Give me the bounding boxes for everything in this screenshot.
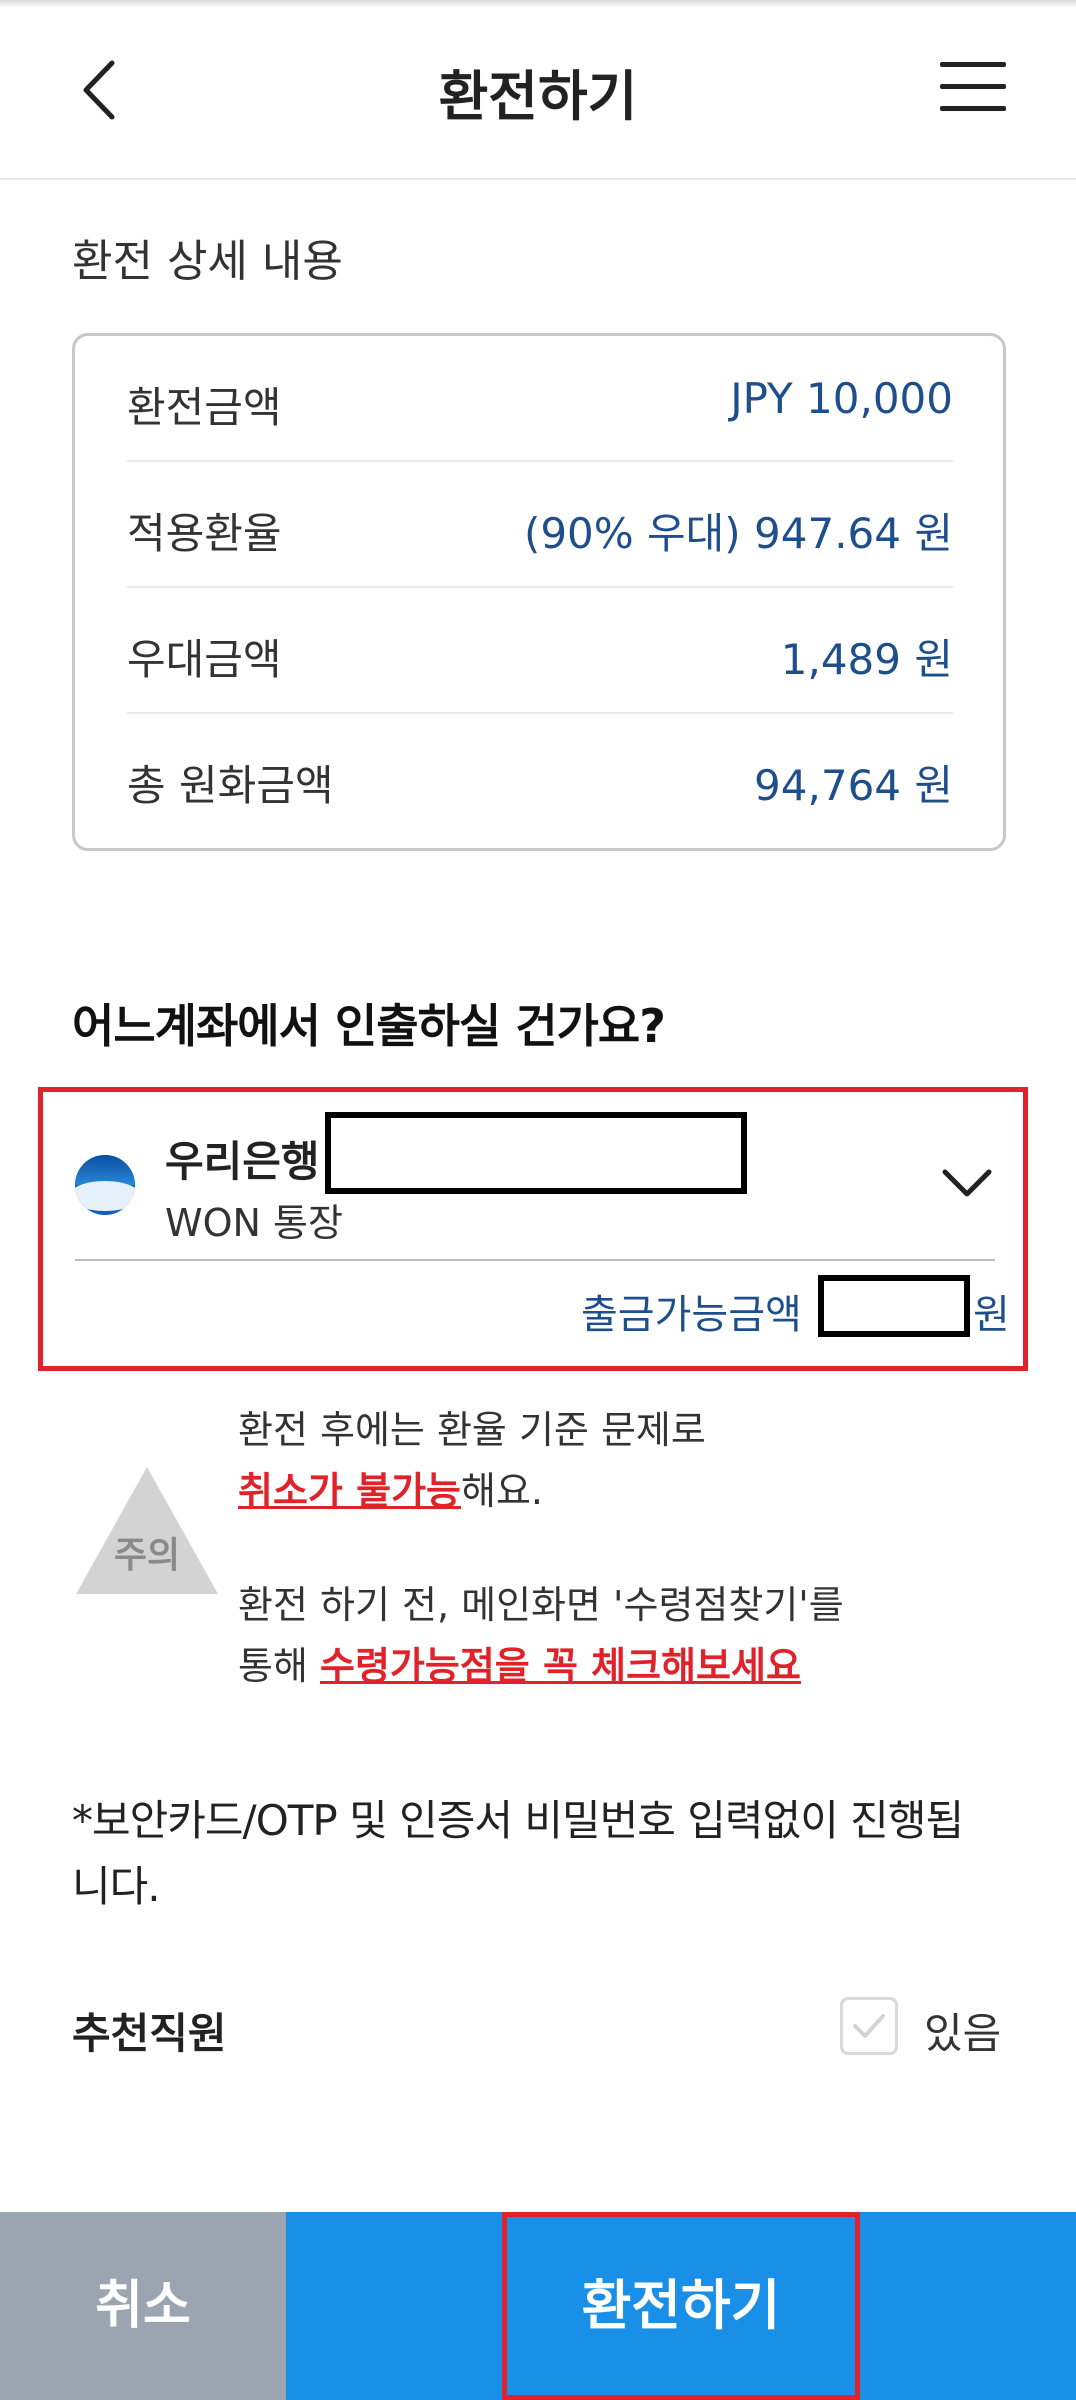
detail-row-amount: 환전금액 JPY 10,000	[127, 336, 953, 462]
warning-line-2: 취소가 불가능해요.	[238, 1469, 543, 1513]
page-title: 환전하기	[438, 65, 638, 128]
account-type: WON 통장	[165, 1201, 343, 1245]
recommend-staff-label: 추천직원	[72, 2009, 227, 2058]
detail-value: JPY 10,000	[730, 374, 953, 423]
warning-badge-text: 주의	[114, 1535, 180, 1576]
available-amount-unit: 원	[973, 1292, 1010, 1338]
menu-button[interactable]	[940, 62, 1008, 118]
warning-highlight: 취소가 불가능	[238, 1469, 461, 1513]
exchange-details-box: 환전금액 JPY 10,000 적용환율 (90% 우대) 947.64 원 우…	[72, 333, 1006, 851]
detail-label: 적용환율	[127, 509, 282, 558]
cancel-button[interactable]: 취소	[0, 2212, 286, 2400]
redacted-available-amount	[818, 1275, 970, 1337]
chevron-down-icon[interactable]	[939, 1164, 995, 1204]
bank-name: 우리은행	[165, 1137, 320, 1186]
hamburger-menu-icon	[940, 62, 1006, 67]
detail-label: 총 원화금액	[127, 761, 334, 810]
recommend-staff-checkbox-label[interactable]: 있음	[924, 2000, 1001, 2061]
security-notice: *보안카드/OTP 및 인증서 비밀번호 입력없이 진행됩니다.	[72, 1796, 964, 1911]
detail-row-discount: 우대금액 1,489 원	[127, 588, 953, 714]
footer-actions: 취소 환전하기	[0, 2212, 1076, 2400]
detail-value: 1,489 원	[780, 635, 953, 684]
exchange-button-area[interactable]: 환전하기	[286, 2212, 1076, 2400]
divider	[75, 1259, 995, 1261]
exchange-button[interactable]: 환전하기	[502, 2212, 860, 2400]
detail-value: (90% 우대) 947.64 원	[523, 509, 953, 558]
app-header: 환전하기	[0, 0, 1076, 180]
warning-line-4: 통해 수령가능점을 꼭 체크해보세요	[238, 1644, 801, 1688]
warning-highlight: 수령가능점을 꼭 체크해보세요	[320, 1644, 801, 1688]
warning-line-1: 환전 후에는 환율 기준 문제로	[238, 1408, 706, 1452]
detail-row-total: 총 원화금액 94,764 원	[127, 714, 953, 840]
bank-logo-icon	[75, 1155, 135, 1215]
detail-label: 우대금액	[127, 635, 282, 684]
status-shadow	[0, 0, 1076, 8]
detail-label: 환전금액	[127, 383, 282, 432]
withdraw-account-question: 어느계좌에서 인출하실 건가요?	[72, 999, 666, 1053]
warning-triangle-icon: 주의	[72, 1463, 222, 1598]
account-selector[interactable]: 우리은행 WON 통장 출금가능금액 원	[38, 1087, 1028, 1371]
check-icon	[853, 2014, 885, 2038]
warning-line-3: 환전 하기 전, 메인화면 '수령점찾기'를	[238, 1583, 844, 1627]
details-section-title: 환전 상세 내용	[72, 236, 343, 287]
available-amount-label: 출금가능금액	[581, 1292, 802, 1338]
recommend-staff-checkbox[interactable]	[840, 1997, 898, 2055]
redacted-account-number	[325, 1112, 747, 1194]
detail-value: 94,764 원	[754, 761, 953, 810]
detail-row-rate: 적용환율 (90% 우대) 947.64 원	[127, 462, 953, 588]
